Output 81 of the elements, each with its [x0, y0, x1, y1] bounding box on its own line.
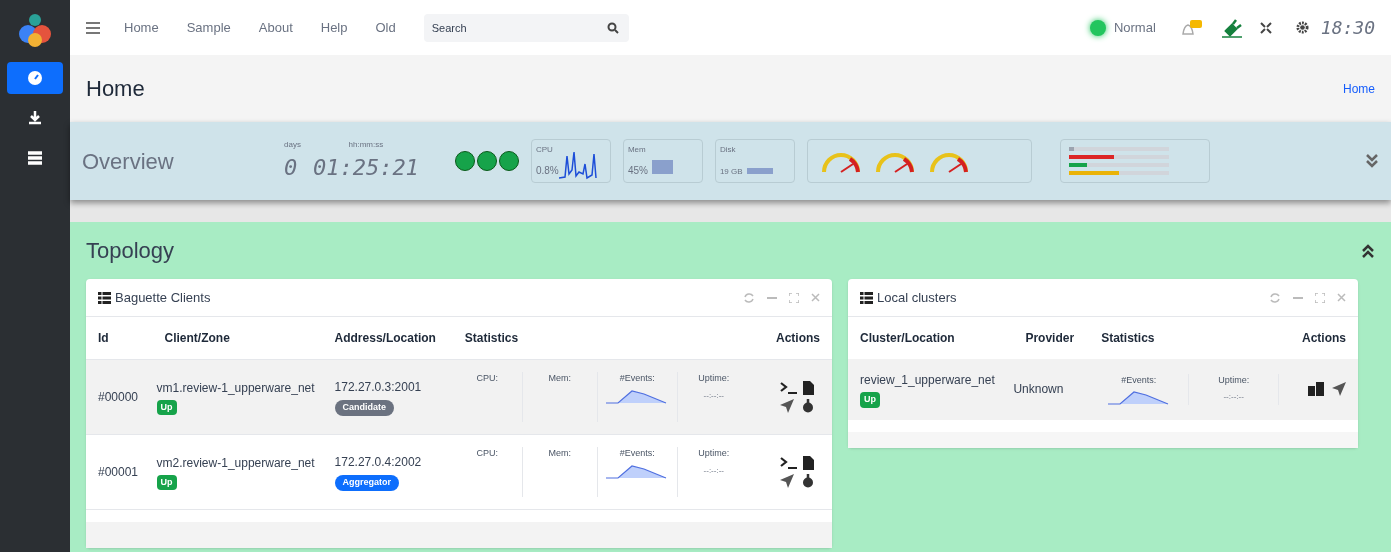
stat-label: #Events:: [619, 372, 655, 385]
nav-link[interactable]: Help: [320, 17, 348, 38]
list-icon: [27, 150, 43, 166]
column-header: Cluster/Location: [848, 317, 1014, 359]
uptime-value: --:--:--: [703, 389, 724, 402]
column-header: Id: [86, 317, 153, 360]
power-icon[interactable]: [802, 399, 814, 413]
column-header: Statistics: [1089, 317, 1288, 359]
disk-label: Disk: [719, 144, 737, 156]
cpu-value: 0.8%: [535, 164, 559, 178]
search-icon: [606, 21, 619, 34]
clock: 18:30: [1320, 16, 1375, 40]
app-logo-icon[interactable]: [18, 12, 52, 50]
memory-label: Mem: [627, 144, 647, 156]
memory-value: 45%: [627, 164, 648, 178]
settings-icon[interactable]: [1295, 21, 1309, 34]
stat-label: Uptime:: [1218, 373, 1250, 387]
card-title: Local clusters: [877, 288, 957, 307]
id-cell: #00000: [86, 359, 153, 435]
expand-icon[interactable]: [1361, 242, 1375, 259]
send-icon[interactable]: [780, 399, 794, 413]
stat-label: Mem:: [548, 447, 571, 460]
client-name: vm2.review-1_upperware_net: [156, 455, 315, 470]
id-cell: #00001: [86, 434, 153, 510]
uptime-value: --:--:--: [703, 464, 724, 477]
uptime-value: --:--:--: [1223, 391, 1244, 403]
address-text: 172.27.0.4:2002: [334, 454, 423, 472]
terminal-icon[interactable]: [780, 381, 798, 395]
column-header: Provider: [1013, 317, 1090, 359]
overview-title: Overview: [82, 147, 175, 176]
provider-cell: Unknown: [1013, 359, 1090, 420]
topology-title: Topology: [86, 237, 175, 265]
role-badge: Candidate: [334, 400, 395, 416]
column-header: Client/Zone: [152, 317, 323, 360]
status-label: Normal: [1113, 18, 1156, 37]
cpu-label: CPU: [535, 144, 554, 156]
disk-value: 19 GB: [719, 166, 743, 178]
send-icon[interactable]: [1332, 382, 1346, 397]
breadcrumb-link[interactable]: Home: [1343, 79, 1375, 98]
column-header: Address/Location: [322, 317, 453, 360]
nav-link[interactable]: Sample: [186, 17, 231, 38]
uptime-value: 01:25:21: [312, 153, 419, 182]
building-icon[interactable]: [1308, 382, 1324, 397]
stat-label: Mem:: [548, 372, 571, 385]
stat-label: CPU:: [476, 372, 498, 385]
fullscreen-icon[interactable]: [1259, 21, 1272, 34]
stat-label: CPU:: [476, 447, 498, 460]
column-header: Statistics: [452, 317, 762, 360]
status-badge: Up: [156, 399, 177, 416]
status-badge: Up: [156, 474, 177, 491]
status-badge: Up: [860, 392, 880, 408]
cluster-name: review_1_upperware_net: [860, 372, 996, 389]
days-label: days: [284, 138, 301, 151]
stat-label: #Events:: [1121, 373, 1157, 387]
file-icon[interactable]: [802, 456, 814, 470]
collapse-icon[interactable]: [1365, 153, 1379, 169]
nav-link[interactable]: Old: [375, 17, 396, 38]
column-header: Actions: [761, 317, 832, 360]
stat-label: Uptime:: [698, 447, 730, 460]
search-field[interactable]: Search: [423, 13, 629, 42]
stat-label: #Events:: [619, 447, 655, 460]
download-icon: [27, 110, 43, 126]
stat-label: Uptime:: [698, 372, 730, 385]
nav-link[interactable]: About: [258, 17, 293, 38]
role-badge: Aggregator: [334, 475, 400, 491]
nav-link[interactable]: Home: [124, 17, 159, 38]
days-value: 0: [284, 153, 298, 182]
address-text: 172.27.0.3:2001: [334, 379, 423, 397]
terminal-icon[interactable]: [780, 456, 798, 470]
table-icon: [98, 291, 111, 304]
column-header: Actions: [1287, 317, 1358, 359]
dashboard-icon: [27, 70, 43, 86]
page-title: Home: [86, 75, 145, 103]
send-icon[interactable]: [780, 474, 794, 488]
time-label: hh:mm:ss: [348, 138, 384, 151]
table-icon: [860, 291, 873, 304]
menu-icon[interactable]: [86, 21, 100, 34]
card-title: Baguette Clients: [115, 288, 211, 307]
power-icon[interactable]: [802, 474, 814, 488]
client-name: vm1.review-1_upperware_net: [156, 380, 315, 395]
file-icon[interactable]: [802, 381, 814, 395]
